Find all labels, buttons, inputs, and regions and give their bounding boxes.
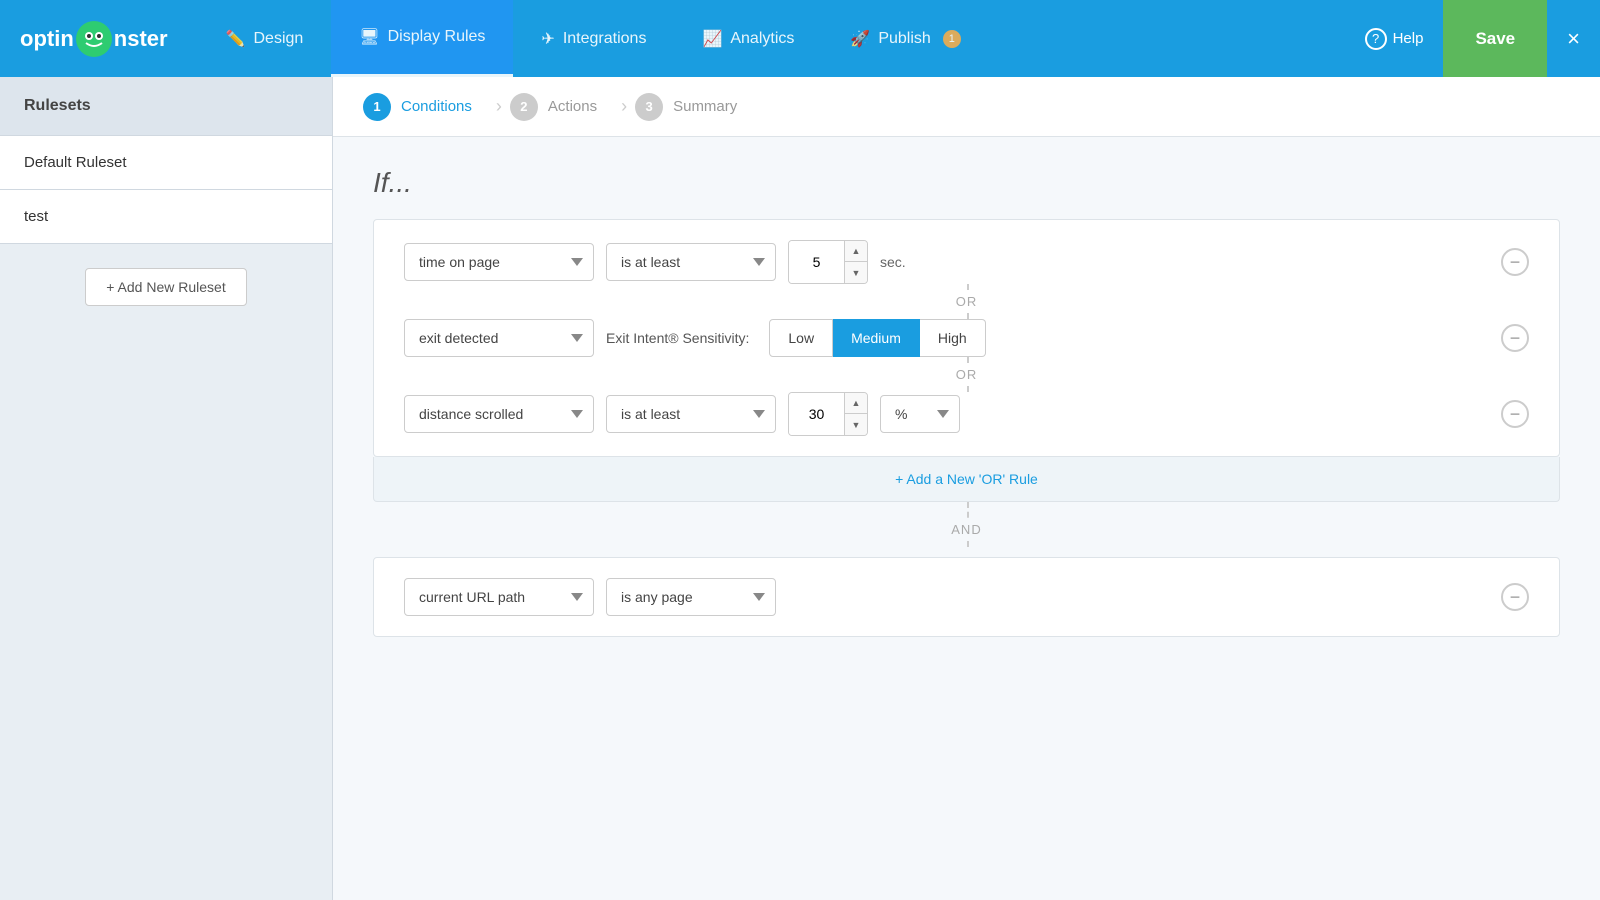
design-icon: ✏️ <box>226 29 246 49</box>
value-field-1: ▲ ▼ <box>788 240 868 284</box>
integrations-icon: ✈ <box>541 29 554 49</box>
spin-down-1[interactable]: ▼ <box>845 262 867 283</box>
help-button[interactable]: ? Help <box>1345 0 1444 77</box>
or-separator-2: OR <box>404 357 1529 392</box>
operator-select-3[interactable]: is at least is less than <box>606 395 776 433</box>
step-arrow-1: › <box>496 96 502 117</box>
sidebar-item-test[interactable]: test <box>0 190 332 244</box>
content-area: If... time on page exit detected distanc… <box>333 137 1600 667</box>
nav-display-rules[interactable]: 🖥 Display Rules <box>331 0 513 77</box>
unit-label-1: sec. <box>880 254 906 270</box>
layout: Rulesets Default Ruleset test + Add New … <box>0 77 1600 900</box>
nav-analytics[interactable]: 📈 Analytics <box>674 0 822 77</box>
condition-select-2[interactable]: exit detected time on page distance scro… <box>404 319 594 357</box>
step-3-label: Summary <box>673 98 737 115</box>
step-conditions[interactable]: 1 Conditions <box>363 93 488 121</box>
nav-design[interactable]: ✏️ Design <box>198 0 332 77</box>
operator-select-1[interactable]: is at least is less than <box>606 243 776 281</box>
main-nav: ✏️ Design 🖥 Display Rules ✈ Integrations… <box>198 0 1345 77</box>
value-input-3[interactable] <box>789 393 844 435</box>
value-field-3: ▲ ▼ <box>788 392 868 436</box>
steps-bar: 1 Conditions › 2 Actions › 3 Summary <box>333 77 1600 137</box>
nav-design-label: Design <box>253 30 303 48</box>
remove-rule-1[interactable]: − <box>1501 248 1529 276</box>
operator-select-url[interactable]: is any page contains does not contain <box>606 578 776 616</box>
condition-select-url[interactable]: current URL path time on page exit detec… <box>404 578 594 616</box>
sidebar-item-default-ruleset[interactable]: Default Ruleset <box>0 136 332 190</box>
display-rules-icon: 🖥 <box>359 27 379 47</box>
help-label: Help <box>1393 30 1424 47</box>
condition-select-1[interactable]: time on page exit detected distance scro… <box>404 243 594 281</box>
step-summary[interactable]: 3 Summary <box>635 93 753 121</box>
add-ruleset-button[interactable]: + Add New Ruleset <box>85 268 246 306</box>
spin-down-3[interactable]: ▼ <box>845 414 867 435</box>
help-icon: ? <box>1365 28 1387 50</box>
nav-analytics-label: Analytics <box>730 30 794 48</box>
save-button[interactable]: Save <box>1443 0 1547 77</box>
header: optin nster ✏️ Design 🖥 Display Rules ✈ … <box>0 0 1600 77</box>
sensitivity-medium[interactable]: Medium <box>833 319 920 357</box>
and-separator: AND <box>373 502 1560 547</box>
main-content: 1 Conditions › 2 Actions › 3 Summary If.… <box>333 77 1600 900</box>
publish-icon: 🚀 <box>850 29 870 49</box>
sidebar-title: Rulesets <box>0 77 332 136</box>
spin-up-1[interactable]: ▲ <box>845 241 867 262</box>
step-3-circle: 3 <box>635 93 663 121</box>
value-input-1[interactable] <box>789 241 844 283</box>
remove-rule-url[interactable]: − <box>1501 583 1529 611</box>
url-rule-group: current URL path time on page exit detec… <box>373 557 1560 637</box>
nav-integrations-label: Integrations <box>563 30 647 48</box>
sensitivity-label: Exit Intent® Sensitivity: <box>606 330 749 346</box>
if-title: If... <box>373 167 1560 199</box>
sidebar: Rulesets Default Ruleset test + Add New … <box>0 77 333 900</box>
rule-row-2: exit detected time on page distance scro… <box>404 319 1529 357</box>
logo-text-after: nster <box>114 26 168 52</box>
step-1-label: Conditions <box>401 98 472 115</box>
spinners-3: ▲ ▼ <box>844 393 867 435</box>
sensitivity-group: Low Medium High <box>769 319 985 357</box>
rule-row-3: distance scrolled time on page exit dete… <box>404 392 1529 436</box>
sensitivity-high[interactable]: High <box>920 319 986 357</box>
publish-badge: 1 <box>943 30 961 48</box>
sensitivity-low[interactable]: Low <box>769 319 833 357</box>
step-actions[interactable]: 2 Actions <box>510 93 613 121</box>
spinners-1: ▲ ▼ <box>844 241 867 283</box>
close-button[interactable]: × <box>1547 0 1600 77</box>
spin-up-3[interactable]: ▲ <box>845 393 867 414</box>
nav-integrations[interactable]: ✈ Integrations <box>513 0 674 77</box>
step-arrow-2: › <box>621 96 627 117</box>
nav-display-rules-label: Display Rules <box>388 28 486 46</box>
nav-publish[interactable]: 🚀 Publish 1 <box>822 0 988 77</box>
rule-row-1: time on page exit detected distance scro… <box>404 240 1529 284</box>
remove-rule-2[interactable]: − <box>1501 324 1529 352</box>
nav-right: ? Help Save × <box>1345 0 1600 77</box>
condition-select-3[interactable]: distance scrolled time on page exit dete… <box>404 395 594 433</box>
rule-row-url: current URL path time on page exit detec… <box>404 578 1529 616</box>
step-1-circle: 1 <box>363 93 391 121</box>
or-separator-1: OR <box>404 284 1529 319</box>
logo-text: optin <box>20 26 74 52</box>
or-rule-group: time on page exit detected distance scro… <box>373 219 1560 457</box>
logo-monster-icon <box>76 21 112 57</box>
add-or-rule-button[interactable]: + Add a New 'OR' Rule <box>373 457 1560 502</box>
logo: optin nster <box>20 21 168 57</box>
step-2-label: Actions <box>548 98 597 115</box>
step-2-circle: 2 <box>510 93 538 121</box>
unit-select-3[interactable]: % px <box>880 395 960 433</box>
nav-publish-label: Publish <box>878 30 930 48</box>
analytics-icon: 📈 <box>702 29 722 49</box>
remove-rule-3[interactable]: − <box>1501 400 1529 428</box>
